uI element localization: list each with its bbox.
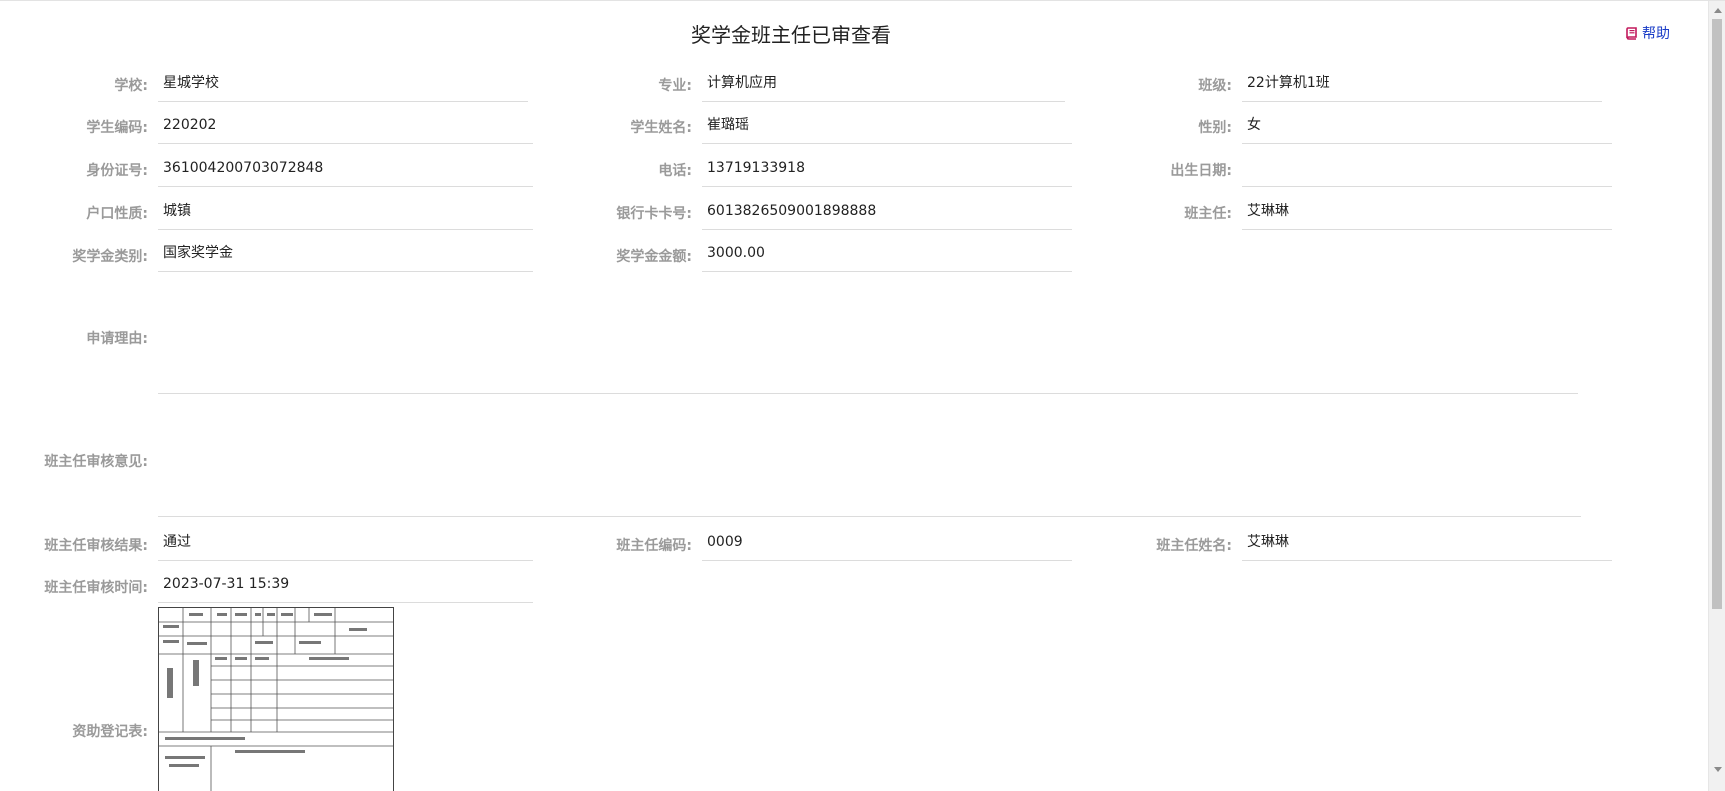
book-icon bbox=[1625, 26, 1638, 40]
teacher-name-label: 班主任姓名: bbox=[1156, 538, 1232, 554]
registration-form-thumbnail bbox=[159, 608, 393, 791]
reason-label: 申请理由: bbox=[86, 331, 148, 347]
scholarship-amount-field: 3000.00 bbox=[702, 234, 1072, 272]
scholarship-amount-label: 奖学金金额: bbox=[616, 249, 692, 265]
scroll-thumb[interactable] bbox=[1712, 19, 1722, 609]
id-number-field: 361004200703072848 bbox=[158, 149, 533, 187]
teacher-opinion-field bbox=[158, 417, 1581, 517]
teacher-code-field: 0009 bbox=[702, 523, 1072, 561]
school-label: 学校: bbox=[114, 78, 148, 94]
head-teacher-field: 艾琳琳 bbox=[1242, 192, 1612, 230]
major-field: 计算机应用 bbox=[702, 64, 1065, 102]
scroll-up-arrow[interactable] bbox=[1709, 1, 1725, 18]
caret-up-icon bbox=[1713, 7, 1722, 13]
id-number-label: 身份证号: bbox=[86, 163, 148, 179]
major-label: 专业: bbox=[658, 78, 692, 94]
teacher-name-field: 艾琳琳 bbox=[1242, 523, 1612, 561]
head-teacher-label: 班主任: bbox=[1184, 206, 1232, 222]
student-name-label: 学生姓名: bbox=[630, 120, 692, 136]
phone-label: 电话: bbox=[658, 163, 692, 179]
scroll-down-arrow[interactable] bbox=[1709, 761, 1725, 778]
birth-date-field bbox=[1242, 149, 1612, 187]
review-time-field: 2023-07-31 15:39 bbox=[158, 565, 533, 603]
bank-card-field: 6013826509001898888 bbox=[702, 192, 1072, 230]
aid-form-image[interactable] bbox=[158, 607, 394, 791]
class-label: 班级: bbox=[1198, 78, 1232, 94]
review-result-field: 通过 bbox=[158, 523, 533, 561]
reason-field bbox=[158, 294, 1578, 394]
phone-field: 13719133918 bbox=[702, 149, 1072, 187]
aid-form-label: 资助登记表: bbox=[72, 724, 148, 740]
household-label: 户口性质: bbox=[86, 206, 148, 222]
caret-down-icon bbox=[1713, 766, 1722, 772]
review-result-label: 班主任审核结果: bbox=[44, 538, 148, 554]
page-title: 奖学金班主任已审查看 bbox=[691, 23, 891, 47]
review-time-label: 班主任审核时间: bbox=[44, 580, 148, 596]
help-link[interactable]: 帮助 bbox=[1625, 23, 1670, 43]
page: 奖学金班主任已审查看 帮助 学校: 星城学校 专业: 计算机应用 班级: 22计… bbox=[0, 0, 1725, 791]
household-field: 城镇 bbox=[158, 192, 533, 230]
help-label: 帮助 bbox=[1642, 26, 1670, 42]
scholarship-type-label: 奖学金类别: bbox=[72, 249, 148, 265]
bank-card-label: 银行卡卡号: bbox=[616, 206, 692, 222]
student-name-field: 崔璐瑶 bbox=[702, 106, 1072, 144]
scholarship-type-field: 国家奖学金 bbox=[158, 234, 533, 272]
birth-date-label: 出生日期: bbox=[1170, 163, 1232, 179]
vertical-scrollbar[interactable] bbox=[1708, 1, 1725, 791]
class-field: 22计算机1班 bbox=[1242, 64, 1602, 102]
teacher-code-label: 班主任编码: bbox=[616, 538, 692, 554]
gender-label: 性别: bbox=[1198, 120, 1232, 136]
school-field: 星城学校 bbox=[158, 64, 528, 102]
student-code-label: 学生编码: bbox=[86, 120, 148, 136]
teacher-opinion-label: 班主任审核意见: bbox=[44, 454, 148, 470]
student-code-field: 220202 bbox=[158, 106, 533, 144]
gender-field: 女 bbox=[1242, 106, 1612, 144]
